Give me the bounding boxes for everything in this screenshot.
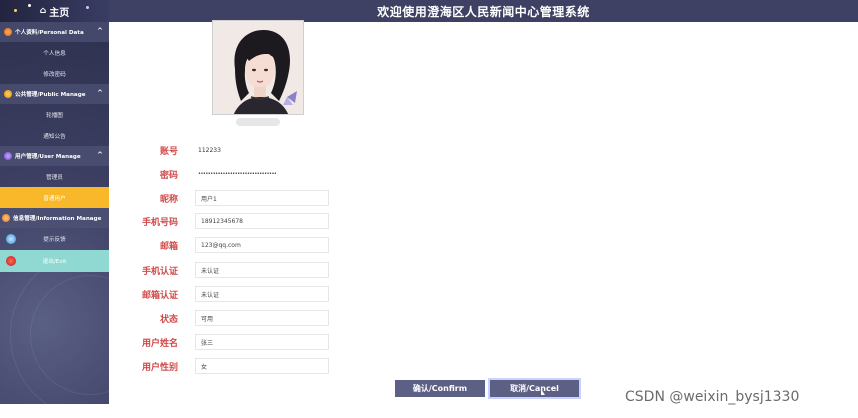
- phone-verify-input[interactable]: 未认证: [195, 262, 329, 278]
- chevron-up-icon: ^: [97, 151, 103, 159]
- sidebar-item-change-password[interactable]: 修改密码: [0, 63, 109, 84]
- avatar-upload-bar[interactable]: [236, 118, 280, 126]
- chevron-up-icon: ^: [97, 89, 103, 97]
- password-label: 密码: [159, 170, 178, 181]
- form-row-account: 账号 112233: [130, 142, 221, 158]
- home-icon: ⌂: [39, 6, 47, 16]
- star-dot: [14, 9, 17, 12]
- sidebar-group-information-manage[interactable]: 信息管理/Information Manage: [0, 208, 109, 228]
- sidebar-item-exit[interactable]: 退出/Exit: [0, 250, 109, 272]
- sidebar-item-personal-info[interactable]: 个人信息: [0, 42, 109, 63]
- form-row-email-verify: 邮箱认证 未认证: [130, 286, 329, 302]
- sidebar-group-title: 信息管理/Information Manage: [13, 216, 102, 222]
- nickname-input[interactable]: 用户1: [195, 190, 329, 206]
- phone-verify-label: 手机认证: [141, 266, 178, 277]
- form-row-phone-verify: 手机认证 未认证: [130, 262, 329, 278]
- sidebar-group-title: 个人资料/Personal Data: [15, 30, 84, 36]
- page-header: 欢迎使用澄海区人民新闻中心管理系统: [109, 0, 858, 22]
- page-title: 欢迎使用澄海区人民新闻中心管理系统: [377, 4, 590, 19]
- sidebar-item-admin[interactable]: 管理员: [0, 166, 109, 187]
- home-label: 主页: [49, 7, 70, 19]
- star-dot: [28, 4, 31, 7]
- email-verify-label: 邮箱认证: [141, 290, 178, 301]
- gender-label: 用户性别: [141, 362, 178, 373]
- sidebar-item-normal-user[interactable]: 普通用户: [0, 187, 109, 208]
- account-label: 账号: [159, 146, 178, 157]
- nickname-label: 昵称: [159, 194, 178, 205]
- email-label: 邮箱: [159, 241, 178, 252]
- home-link[interactable]: ⌂ 主页: [0, 0, 109, 22]
- form-row-phone: 手机号码 18912345678: [130, 213, 329, 229]
- crystal-icon: [4, 152, 12, 160]
- avatar-illustration: [213, 21, 303, 114]
- form-row-name: 用户姓名 张三: [130, 334, 329, 350]
- red-ball-icon: [6, 256, 16, 266]
- email-input[interactable]: 123@qq.com: [195, 237, 329, 253]
- form-row-password: 密码 ••••••••••••••••••••••••••••••••: [130, 166, 277, 182]
- sidebar-group-title: 用户管理/User Manage: [15, 154, 81, 160]
- form-row-nickname: 昵称 用户1: [130, 190, 329, 206]
- email-verify-input[interactable]: 未认证: [195, 286, 329, 302]
- sidebar-item-carousel[interactable]: 轮播图: [0, 104, 109, 125]
- star-dot: [86, 6, 89, 9]
- avatar[interactable]: [212, 20, 304, 115]
- sidebar: ⌂ 主页 个人资料/Personal Data ^ 个人信息 修改密码 公共管理…: [0, 0, 109, 405]
- form-row-gender: 用户性别 女: [130, 358, 329, 374]
- atom-icon: [4, 28, 12, 36]
- cancel-button[interactable]: 取消/Cancel: [490, 380, 579, 397]
- watermark: CSDN @weixin_bysj1330: [625, 389, 800, 405]
- name-input[interactable]: 张三: [195, 334, 329, 350]
- sidebar-group-public-manage[interactable]: 公共管理/Public Manage ^: [0, 84, 109, 104]
- chevron-up-icon: ^: [97, 27, 103, 35]
- sidebar-group-title: 公共管理/Public Manage: [15, 92, 86, 98]
- sidebar-group-personal-data[interactable]: 个人资料/Personal Data ^: [0, 22, 109, 42]
- phone-label: 手机号码: [141, 217, 178, 228]
- name-label: 用户姓名: [141, 338, 178, 349]
- sidebar-item-feedback[interactable]: 提示反馈: [0, 228, 109, 250]
- status-input[interactable]: 可用: [195, 310, 329, 326]
- sidebar-bottom-gap: [0, 404, 109, 418]
- account-value: 112233: [198, 146, 221, 154]
- planet-icon: [2, 214, 10, 222]
- sidebar-item-label: 退出/Exit: [42, 259, 67, 265]
- sidebar-group-user-manage[interactable]: 用户管理/User Manage ^: [0, 146, 109, 166]
- gender-input[interactable]: 女: [195, 358, 329, 374]
- sidebar-item-label: 提示反馈: [43, 237, 66, 243]
- confirm-button[interactable]: 确认/Confirm: [395, 380, 485, 397]
- sidebar-item-notice[interactable]: 通知公告: [0, 125, 109, 146]
- status-label: 状态: [159, 314, 178, 325]
- mouse-cursor-icon: [541, 389, 545, 395]
- password-value: ••••••••••••••••••••••••••••••••: [198, 171, 277, 177]
- form-row-email: 邮箱 123@qq.com: [130, 237, 329, 253]
- phone-input[interactable]: 18912345678: [195, 213, 329, 229]
- form-row-status: 状态 可用: [130, 310, 329, 326]
- orb-icon: [4, 90, 12, 98]
- globe-icon: [6, 234, 16, 244]
